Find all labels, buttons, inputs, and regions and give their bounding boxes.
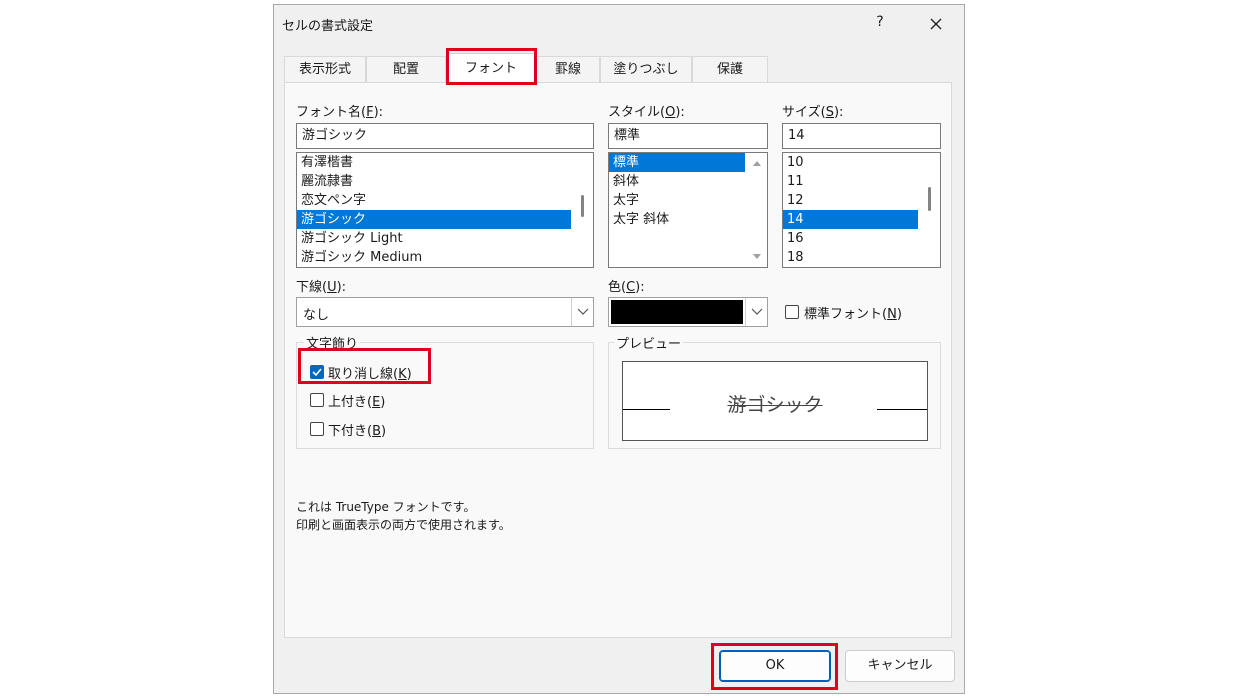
effects-group-title: 文字飾り — [304, 333, 361, 352]
chevron-down-icon — [751, 308, 763, 315]
normal-font-label[interactable]: 標準フォント(N) — [804, 303, 902, 322]
list-item-selected[interactable]: 14 — [783, 210, 918, 229]
list-item-selected[interactable]: 標準 — [609, 153, 745, 172]
list-item[interactable]: 18 — [783, 248, 940, 267]
font-info-text: これは TrueType フォントです。 印刷と画面表示の両方で使用されます。 — [296, 498, 511, 534]
cancel-button[interactable]: キャンセル — [845, 650, 955, 682]
tab-fill[interactable]: 塗りつぶし — [600, 56, 692, 83]
strikethrough-checkbox[interactable] — [310, 365, 324, 379]
subscript-label[interactable]: 下付き(B) — [328, 420, 386, 439]
font-info-line: これは TrueType フォントです。 — [296, 500, 476, 514]
normal-font-checkbox[interactable] — [785, 305, 799, 319]
tab-number-format[interactable]: 表示形式 — [284, 56, 366, 83]
preview-sample-text: 游ゴシック — [727, 394, 823, 416]
font-name-input[interactable]: 游ゴシック — [296, 123, 594, 149]
list-item[interactable]: 12 — [783, 191, 940, 210]
scrollbar-thumb[interactable] — [581, 195, 584, 217]
tab-strip: 表示形式 配置 フォント 罫線 塗りつぶし 保護 — [284, 53, 956, 84]
help-button[interactable]: ? — [872, 14, 888, 34]
ok-button[interactable]: OK — [719, 650, 831, 682]
font-name-list[interactable]: 有澤楷書 麗流隷書 恋文ペン字 游ゴシック 游ゴシック Light 游ゴシック … — [296, 152, 594, 268]
scroll-arrows-icon — [753, 161, 761, 259]
list-item[interactable]: 恋文ペン字 — [297, 191, 593, 210]
scrollbar-thumb[interactable] — [928, 187, 931, 211]
font-tab-panel: フォント名(F): 游ゴシック 有澤楷書 麗流隷書 恋文ペン字 游ゴシック 游ゴ… — [284, 82, 952, 638]
color-swatch — [611, 300, 743, 324]
font-info-line: 印刷と画面表示の両方で使用されます。 — [296, 518, 511, 532]
dropdown-arrow[interactable] — [571, 298, 593, 326]
list-item[interactable]: 10 — [783, 153, 940, 172]
list-item[interactable]: 麗流隷書 — [297, 172, 593, 191]
list-item[interactable]: 游ゴシック Light — [297, 229, 593, 248]
close-icon — [930, 18, 942, 30]
format-cells-dialog: セルの書式設定 ? 表示形式 配置 フォント 罫線 塗りつぶし 保護 フォント名… — [273, 4, 965, 694]
dialog-title: セルの書式設定 — [282, 19, 374, 34]
tab-border[interactable]: 罫線 — [536, 56, 600, 83]
superscript-label[interactable]: 上付き(E) — [328, 391, 385, 410]
list-item[interactable]: 11 — [783, 172, 940, 191]
chevron-down-icon — [577, 308, 589, 315]
font-size-list[interactable]: 10 11 12 14 16 18 — [782, 152, 941, 268]
tab-font[interactable]: フォント — [446, 53, 536, 84]
list-item[interactable]: 游ゴシック Medium — [297, 248, 593, 267]
close-button[interactable] — [922, 11, 950, 37]
font-size-input[interactable]: 14 — [782, 123, 941, 149]
list-item[interactable]: 太字 斜体 — [609, 210, 767, 229]
style-list-scrollbar[interactable] — [747, 153, 767, 267]
font-style-label: スタイル(O): — [608, 105, 685, 120]
dropdown-arrow[interactable] — [745, 298, 767, 326]
underline-value: なし — [303, 308, 330, 323]
title-bar: セルの書式設定 ? — [274, 5, 964, 43]
font-style-list[interactable]: 標準 斜体 太字 太字 斜体 — [608, 152, 768, 268]
font-name-label: フォント名(F): — [296, 105, 384, 120]
list-item[interactable]: 有澤楷書 — [297, 153, 593, 172]
list-item-selected[interactable]: 游ゴシック — [297, 210, 571, 229]
preview-group-title: プレビュー — [614, 333, 684, 352]
tab-alignment[interactable]: 配置 — [366, 56, 446, 83]
color-label: 色(C): — [608, 280, 645, 295]
font-list-scrollbar[interactable] — [573, 153, 593, 267]
list-item[interactable]: 太字 — [609, 191, 767, 210]
list-item[interactable]: 16 — [783, 229, 940, 248]
preview-baseline-right — [877, 409, 927, 410]
superscript-checkbox[interactable] — [310, 393, 324, 407]
font-size-label: サイズ(S): — [782, 105, 844, 120]
checkmark-icon — [312, 368, 322, 377]
preview-box: 游ゴシック — [622, 361, 928, 441]
underline-label: 下線(U): — [296, 280, 347, 295]
size-list-scrollbar[interactable] — [920, 153, 940, 267]
tab-protection[interactable]: 保護 — [692, 56, 768, 83]
font-style-input[interactable]: 標準 — [608, 123, 768, 149]
underline-select[interactable]: なし — [296, 297, 594, 327]
list-item[interactable]: 斜体 — [609, 172, 767, 191]
strikethrough-label[interactable]: 取り消し線(K) — [328, 363, 412, 382]
subscript-checkbox[interactable] — [310, 422, 324, 436]
color-picker[interactable] — [608, 297, 768, 327]
